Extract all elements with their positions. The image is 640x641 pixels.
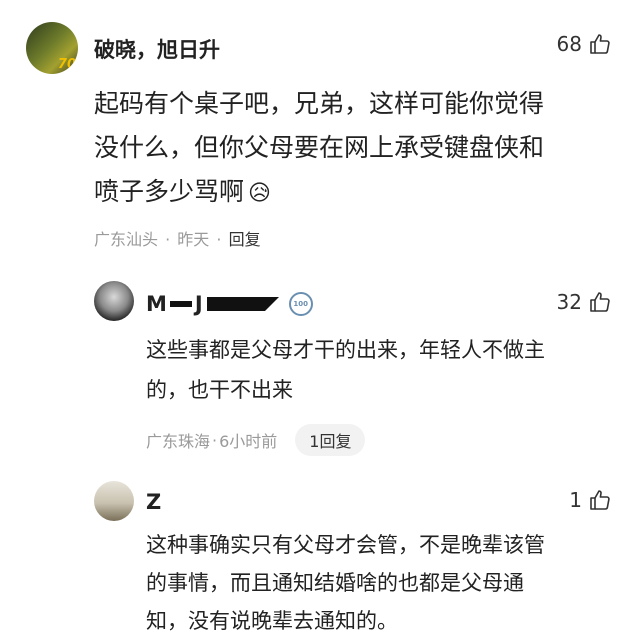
comment-text: 这些事都是父母才干的出来，年轻人不做主 的，也干不出来 [146,330,545,410]
separator: · [212,430,218,450]
avatar[interactable]: 70 [26,22,78,74]
comment-text-line: 知，没有说晚辈去通知的。 [146,609,398,633]
comment-meta: 广东汕头 · 昨天 · 回复 [94,226,261,250]
avatar-badge: 70 [57,57,76,72]
like-count: 1 [569,488,582,512]
comment-text-line: 没什么，但你父母要在网上承受键盘侠和 [94,133,545,162]
timestamp: 6小时前 [219,432,278,451]
location: 广东汕头 [94,230,159,249]
comment-text-line-content: 喷子多少骂啊 [94,177,245,206]
view-replies-button[interactable]: 1回复 [295,424,366,456]
username-prefix: M [146,292,167,316]
comment-text-line: 这种事确实只有父母才会管，不是晚辈该管 [146,533,545,557]
comment-text-line: 起码有个桌子吧，兄弟，这样可能你觉得 [94,89,545,118]
comment-text-line: 的，也干不出来 [146,378,293,402]
redaction-mark [169,301,192,307]
like-button[interactable]: 68 [557,32,612,56]
level-badge-icon: 100 [288,292,313,316]
comment-username[interactable]: 破晓，旭日升 [94,34,220,64]
emoji-icon: 😥 [248,181,271,206]
like-count: 32 [556,290,582,314]
like-button[interactable]: 1 [569,488,612,512]
comment-meta: 广东珠海 · 6小时前 1回复 [146,424,366,456]
redaction-mark [264,297,279,311]
location: 广东珠海 [146,432,211,451]
separator: · [216,230,222,249]
comment-text: 起码有个桌子吧，兄弟，这样可能你觉得 没什么，但你父母要在网上承受键盘侠和 喷子… [94,82,544,216]
timestamp: 昨天 [177,230,210,249]
comment-text: 这种事确实只有父母才会管，不是晚辈该管 的事情，而且通知结婚啥的也都是父母通 知… [146,526,545,640]
like-count: 68 [556,32,582,56]
thumbs-up-icon [590,292,610,312]
comment-username[interactable]: Z [146,490,161,514]
thumbs-up-icon [590,34,610,54]
like-button[interactable]: 32 [557,290,612,314]
comment-text-line: 这些事都是父母才干的出来，年轻人不做主 [146,338,545,362]
comment-username[interactable]: M J 100 [146,292,313,316]
redaction-mark [206,297,265,311]
reply-button[interactable]: 回复 [229,230,261,249]
username-mid: J [194,292,203,316]
avatar[interactable] [94,481,134,521]
comment-text-line: 喷子多少骂啊 😥 [94,170,544,216]
avatar[interactable] [94,281,134,321]
level-badge-text: 100 [293,300,309,308]
thumbs-up-icon [590,490,610,510]
separator: · [165,230,171,249]
comment-text-line: 的事情，而且通知结婚啥的也都是父母通 [146,571,524,595]
